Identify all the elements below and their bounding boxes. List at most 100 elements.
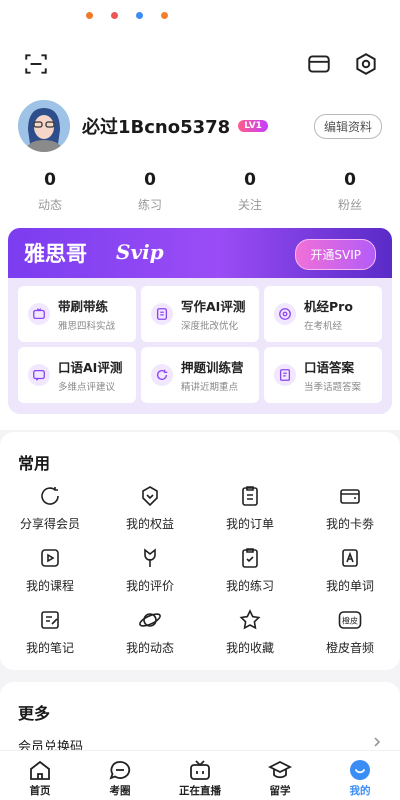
menu-item-label: 我的课程	[25, 579, 74, 593]
stats-row: 0 动态 0 练习 0 关注 0 粉丝	[0, 170, 400, 213]
share-icon	[41, 487, 59, 505]
wallet-icon	[340, 489, 360, 504]
svip-feature-title: 押题训练营	[181, 360, 244, 375]
svip-features: 带刷带练雅思四科实战 写作AI评测 深度批改优化 机经Pro 在考机经 口语AI评测…	[18, 286, 382, 403]
stat-value: 0	[244, 170, 256, 190]
menu-item-practice[interactable]: 我的练习	[200, 546, 300, 598]
common-grid: 分享得会员 我的权益 我的订单 我的卡劵 我的课程 我的评价 我的练习 我的单词…	[0, 484, 400, 660]
svip-feature-subtitle: 在考机经	[304, 321, 343, 332]
section-title: 常用	[18, 454, 51, 473]
menu-item-label: 我的评价	[125, 579, 174, 593]
avatar[interactable]	[18, 100, 70, 152]
tab-circle[interactable]: 考圈	[80, 751, 160, 800]
menu-item-moments[interactable]: 我的动态	[100, 608, 200, 660]
svip-feature[interactable]: 押题训练营精讲近期重点	[141, 347, 259, 403]
menu-item-reviews[interactable]: 我的评价	[100, 546, 200, 598]
menu-item-coupons[interactable]: 我的卡劵	[300, 484, 400, 536]
menu-item-words[interactable]: 我的单词	[300, 546, 400, 598]
svip-card: 雅思哥 Svip 开通SVIP 带刷带练雅思四科实战 写作AI评测 深度批改优化 …	[8, 228, 392, 414]
status-icon	[136, 12, 143, 19]
scan-icon[interactable]	[23, 51, 49, 77]
svip-feature-subtitle: 当季话题答案	[304, 382, 362, 393]
chat-icon	[109, 761, 131, 780]
message-icon[interactable]	[306, 51, 332, 77]
edit-profile-button[interactable]: 编辑资料	[313, 114, 382, 139]
ai-speak-icon	[28, 364, 50, 386]
stat-label: 练习	[137, 198, 162, 212]
svip-banner: 雅思哥 Svip 开通SVIP	[8, 228, 392, 278]
tab-label: 我的	[349, 785, 371, 797]
svip-feature[interactable]: 机经Pro 在考机经	[264, 286, 382, 342]
menu-item-notes[interactable]: 我的笔记	[0, 608, 100, 660]
avatar-illustration	[18, 100, 70, 152]
tab-live[interactable]: 正在直播	[160, 751, 240, 800]
menu-item-label: 我的卡劵	[325, 517, 374, 531]
tab-home[interactable]: 首页	[0, 751, 80, 800]
menu-item-audio[interactable]: 橙皮 橙皮音频	[300, 608, 400, 660]
flower-icon	[144, 548, 156, 567]
section-title: 更多	[18, 704, 51, 723]
menu-item-orders[interactable]: 我的订单	[200, 484, 300, 536]
menu-item-label: 我的单词	[325, 579, 374, 593]
doc-icon	[274, 364, 296, 386]
tab-label: 正在直播	[179, 785, 221, 797]
refresh-icon	[151, 364, 173, 386]
graduation-icon	[268, 760, 292, 779]
svip-title: 雅思哥	[24, 242, 87, 266]
stat-label: 关注	[237, 198, 262, 212]
open-svip-button[interactable]: 开通SVIP	[295, 239, 376, 270]
menu-item-benefits[interactable]: 我的权益	[100, 484, 200, 536]
star-icon	[239, 609, 261, 630]
svip-feature-title: 写作AI评测	[181, 299, 246, 314]
svip-feature[interactable]: 口语AI评测多维点评建议	[18, 347, 136, 403]
svip-feature[interactable]: 口语答案 当季话题答案	[264, 347, 382, 403]
status-icon	[111, 12, 118, 19]
tv-icon	[28, 303, 50, 325]
menu-item-label: 分享得会员	[19, 517, 80, 531]
menu-item-label: 我的动态	[125, 641, 174, 655]
tab-label: 考圈	[109, 785, 131, 797]
settings-icon[interactable]	[353, 51, 379, 77]
home-icon	[30, 760, 50, 780]
stat-followers[interactable]: 0 粉丝	[300, 170, 400, 213]
live-icon	[190, 760, 210, 780]
svip-feature-title: 带刷带练	[58, 299, 109, 314]
stat-label: 粉丝	[337, 198, 362, 212]
svip-feature-title: 口语AI评测	[58, 360, 123, 375]
status-icon	[86, 12, 93, 19]
word-icon	[342, 549, 358, 567]
svip-feature-subtitle: 精讲近期重点	[181, 382, 239, 393]
svip-tag: Svip	[116, 240, 164, 264]
svip-feature-subtitle: 雅思四科实战	[58, 321, 116, 332]
stat-practice[interactable]: 0 练习	[100, 170, 200, 213]
svip-feature[interactable]: 带刷带练雅思四科实战	[18, 286, 136, 342]
menu-item-label: 我的练习	[225, 579, 274, 593]
audio-badge-text: 橙皮	[342, 616, 358, 626]
chevron-right-icon	[374, 737, 381, 747]
status-icon	[161, 12, 168, 19]
level-badge: LV1	[238, 120, 268, 132]
menu-item-label: 我的笔记	[25, 641, 74, 655]
tab-label: 首页	[29, 785, 51, 797]
menu-item-label: 橙皮音频	[325, 641, 374, 655]
tab-mine[interactable]: 我的	[320, 751, 400, 800]
menu-item-label: 我的订单	[225, 517, 274, 531]
stat-value: 0	[44, 170, 56, 190]
audio-icon: 橙皮	[338, 611, 362, 629]
course-icon	[41, 549, 59, 567]
stat-following[interactable]: 0 关注	[200, 170, 300, 213]
menu-item-courses[interactable]: 我的课程	[0, 546, 100, 598]
menu-item-share[interactable]: 分享得会员	[0, 484, 100, 536]
stat-posts[interactable]: 0 动态	[0, 170, 100, 213]
stat-value: 0	[344, 170, 356, 190]
tab-study-abroad[interactable]: 留学	[240, 751, 320, 800]
svip-feature[interactable]: 写作AI评测 深度批改优化	[141, 286, 259, 342]
tab-label: 留学	[269, 785, 291, 797]
order-icon	[242, 486, 258, 506]
svip-feature-subtitle: 多维点评建议	[58, 382, 116, 393]
ai-write-icon	[151, 303, 173, 325]
profile-header: 必过1Bcno5378 LV1 编辑资料 0 动态 0 练习 0 关注 0 粉丝…	[0, 0, 400, 430]
target-icon	[274, 303, 296, 325]
practice-icon	[242, 548, 258, 568]
menu-item-favorites[interactable]: 我的收藏	[200, 608, 300, 660]
